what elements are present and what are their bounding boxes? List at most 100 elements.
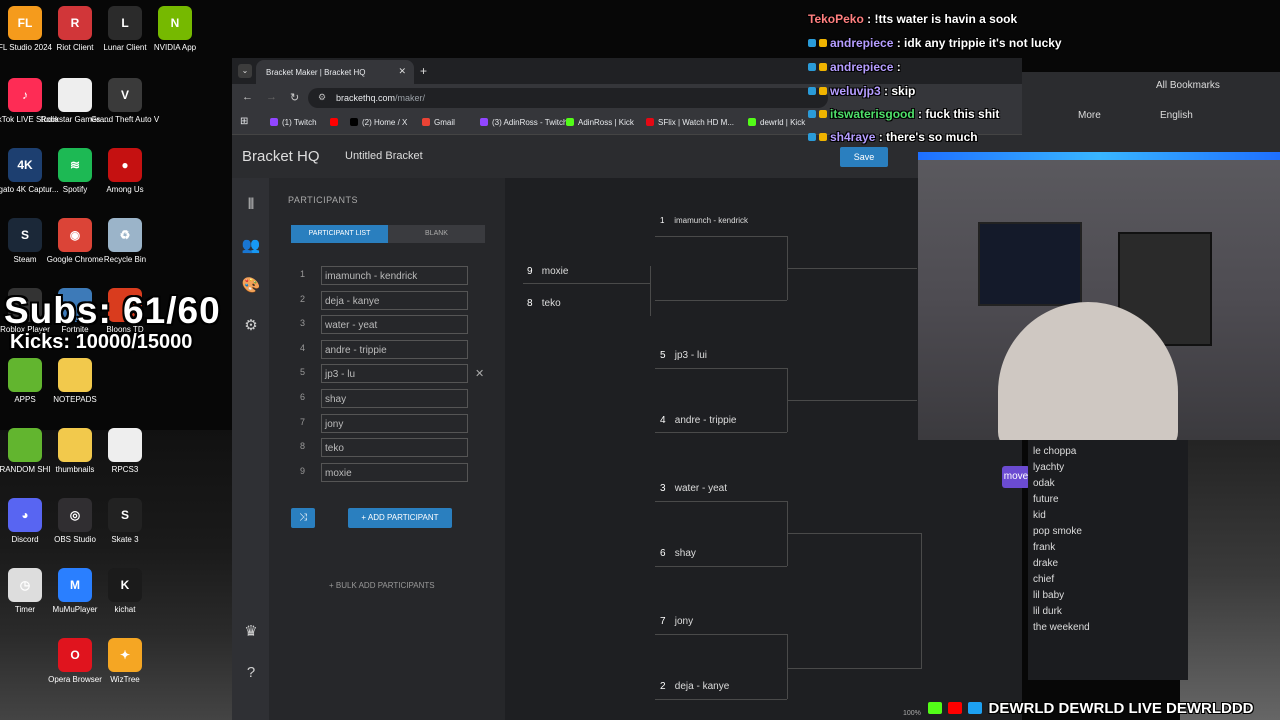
tab-blank[interactable]: BLANK <box>388 225 485 243</box>
add-participant-button[interactable]: + ADD PARTICIPANT <box>348 508 452 528</box>
app-logo[interactable]: Bracket HQ <box>242 148 320 165</box>
participant-name-input[interactable]: jp3 - lu <box>321 364 468 384</box>
desktop-icon[interactable]: NOTEPADS <box>40 358 110 405</box>
participants-panel: PARTICIPANTS PARTICIPANT LIST BLANK 1 ima… <box>269 178 505 720</box>
tab-bracket-maker[interactable]: Bracket Maker | Bracket HQ ✕ <box>256 60 414 84</box>
desktop-icon[interactable]: N NVIDIA App <box>140 6 210 53</box>
subscriber-badge-icon <box>808 87 816 95</box>
language-button[interactable]: English <box>1160 110 1193 121</box>
apps-icon[interactable]: ⊞ <box>240 116 248 127</box>
bracket-participant-name: shay <box>672 548 696 559</box>
tab-search-icon[interactable]: ⌄ <box>238 64 252 78</box>
participant-seed: 3 <box>299 318 305 329</box>
save-button[interactable]: Save <box>840 147 888 167</box>
participant-row: 6 shay <box>291 389 491 409</box>
url-host: brackethq.com <box>336 93 396 103</box>
desktop-icon[interactable]: S Skate 3 <box>90 498 160 545</box>
remove-participant-icon[interactable]: ✕ <box>475 367 484 380</box>
participant-name-input[interactable]: andre - trippie <box>321 339 468 359</box>
participants-tabs: PARTICIPANT LIST BLANK <box>291 225 485 243</box>
back-icon[interactable]: ← <box>242 91 253 103</box>
bracket-seed-number: 1 <box>660 216 665 225</box>
reload-icon[interactable]: ↻ <box>290 91 299 104</box>
chat-username: TekoPeko <box>808 12 864 26</box>
help-icon[interactable]: ? <box>240 664 262 682</box>
participant-name-input[interactable]: jony <box>321 413 468 433</box>
participant-name-input[interactable]: water - yeat <box>321 315 468 335</box>
crown-icon[interactable]: ♛ <box>240 622 262 640</box>
settings-gear-icon[interactable]: ⚙ <box>240 316 262 334</box>
desktop-icon[interactable]: ♻ Recycle Bin <box>90 218 160 265</box>
app-icon: V <box>108 78 142 112</box>
desktop-icon-label: Among Us <box>106 185 144 194</box>
bookmark-item[interactable]: dewrld | Kick <box>748 118 805 127</box>
app-icon: K <box>108 568 142 602</box>
desktop-icon[interactable]: Kkichat <box>90 568 160 615</box>
ranking-list-item: future <box>1033 494 1059 505</box>
participant-name-input[interactable]: shay <box>321 389 468 408</box>
app-icon: ✦ <box>108 638 142 672</box>
close-tab-icon[interactable]: ✕ <box>398 66 406 77</box>
participant-row: 7 jony <box>291 413 491 434</box>
connector-line <box>655 300 787 301</box>
site-info-icon[interactable]: ⚙ <box>318 92 326 103</box>
bracket-slot: 6 shay <box>660 548 696 559</box>
palette-icon[interactable]: 🎨 <box>240 276 262 294</box>
desktop-icon-label: RPCS3 <box>111 465 139 474</box>
participant-name-input[interactable]: teko <box>321 438 468 458</box>
bracket-slot: 5 jp3 - lui <box>660 350 707 361</box>
bracket-seed-number: 7 <box>660 616 666 627</box>
bookmark-favicon-icon <box>646 118 654 126</box>
bracket-title[interactable]: Untitled Bracket <box>345 150 423 162</box>
bookmark-label: (1) Twitch <box>282 118 317 127</box>
tab-title: Bracket Maker | Bracket HQ <box>266 67 366 77</box>
ranking-list-item: drake <box>1033 558 1059 569</box>
chat-message: andrepiece : <box>808 60 901 74</box>
wall-painting <box>978 222 1082 306</box>
desktop-icon-label: NVIDIA App <box>153 43 197 52</box>
bulk-add-participants-link[interactable]: + BULK ADD PARTICIPANTS <box>329 581 435 590</box>
desktop-icon-label: kichat <box>114 605 136 614</box>
desktop-icon[interactable]: ✦ WizTree <box>90 638 160 685</box>
desktop-icon-label: NOTEPADS <box>53 395 97 404</box>
bookmark-item[interactable]: Gmail <box>422 118 455 127</box>
forward-icon[interactable]: → <box>266 91 277 103</box>
bracket-structure-icon[interactable]: ⫴ <box>240 196 262 214</box>
new-tab-icon[interactable]: + <box>420 64 427 78</box>
participant-name-input[interactable]: moxie <box>321 462 468 482</box>
shuffle-icon[interactable]: ⤨ <box>291 508 315 528</box>
tab-participant-list[interactable]: PARTICIPANT LIST <box>291 225 388 243</box>
chat-text: : skip <box>880 84 916 98</box>
bookmark-label: (3) AdinRoss - Twitch <box>492 118 568 127</box>
ranking-list-item: lil baby <box>1033 590 1065 601</box>
move-button[interactable]: move <box>1002 466 1030 488</box>
desktop-icon[interactable]: RPCS3 <box>90 428 160 475</box>
bookmark-item[interactable]: (1) Twitch <box>270 118 317 127</box>
participants-icon[interactable]: 👥 <box>240 236 262 254</box>
bookmark-item[interactable]: SFlix | Watch HD M... <box>646 118 734 127</box>
gift-badge-icon <box>819 133 827 141</box>
left-toolbar: ⫴ 👥 🎨 ⚙ ♛ ? <box>232 178 269 720</box>
subscriber-badge-icon <box>808 63 816 71</box>
participant-seed: 6 <box>299 392 305 402</box>
address-bar[interactable]: ⚙ brackethq.com/maker/ <box>308 88 828 108</box>
app-icon: S <box>108 498 142 532</box>
bookmark-item[interactable]: (2) Home / X <box>350 118 407 127</box>
participant-name-input[interactable]: deja - kanye <box>321 290 468 310</box>
bookmark-item[interactable]: AdinRoss | Kick <box>566 118 634 127</box>
more-button[interactable]: More <box>1078 110 1101 121</box>
desktop-icon[interactable]: ● Among Us <box>90 148 160 195</box>
chat-message: sh4raye : there's so much <box>808 130 978 144</box>
desktop-icon[interactable]: V Grand Theft Auto V <box>90 78 160 125</box>
connector-line <box>787 268 917 269</box>
ranking-list-item: lyachty <box>1033 462 1065 473</box>
bookmark-item[interactable] <box>330 118 342 127</box>
all-bookmarks-label[interactable]: All Bookmarks <box>1156 80 1220 91</box>
bracket-participant-name: water - yeat <box>672 483 728 494</box>
connector-line <box>655 501 787 502</box>
webcam-feed <box>918 152 1280 440</box>
participant-name-input[interactable]: imamunch - kendrick <box>321 266 468 285</box>
bookmark-item[interactable]: (3) AdinRoss - Twitch <box>480 118 567 127</box>
bookmark-label: dewrld | Kick <box>760 118 806 127</box>
participant-seed: 9 <box>299 465 305 476</box>
